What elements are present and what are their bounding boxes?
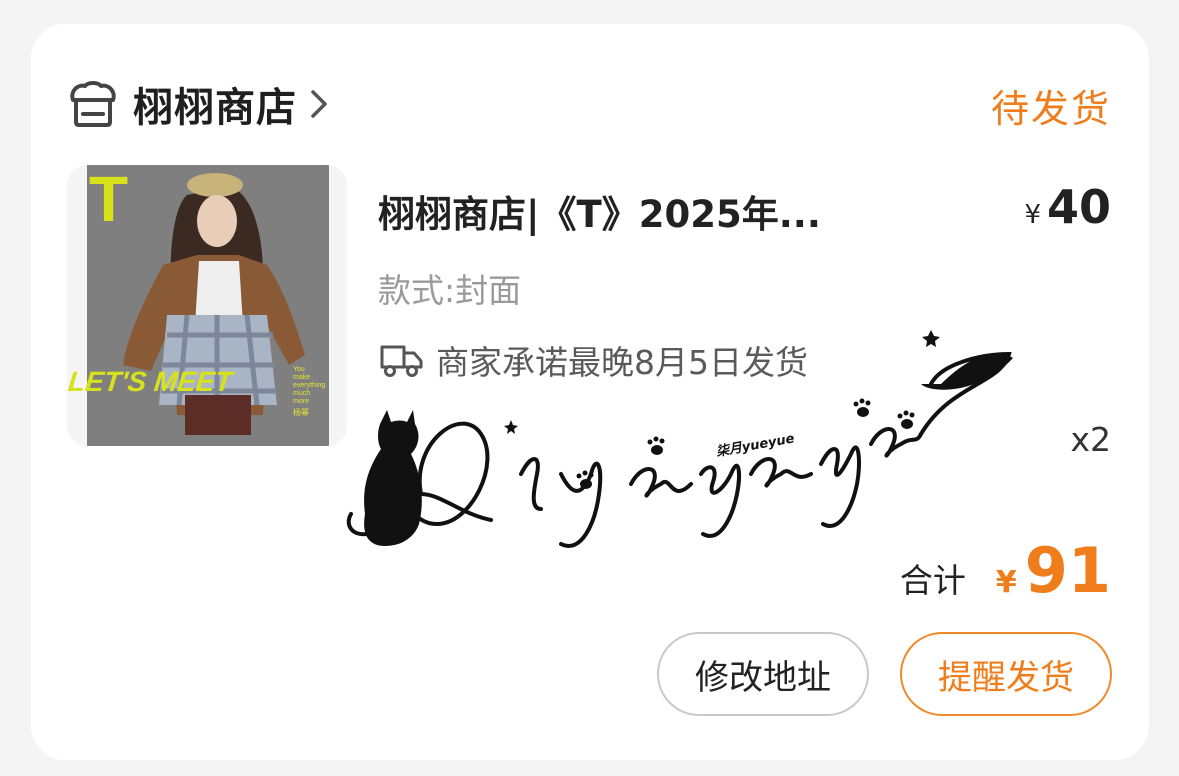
cover-tagline-5: more <box>293 398 309 405</box>
remind-shipping-button[interactable]: 提醒发货 <box>900 632 1112 716</box>
shipping-promise-text: 商家承诺最晚8月5日发货 <box>436 343 808 382</box>
order-card: 栩栩商店 待发货 T LET'S MEET You make everythin… <box>31 24 1149 760</box>
order-status: 待发货 <box>990 87 1111 131</box>
cover-tagline-1: You <box>293 366 305 373</box>
total-label: 合计 <box>899 561 966 600</box>
shop-name: 栩栩商店 <box>133 85 297 131</box>
shop-header[interactable]: 栩栩商店 <box>67 76 329 132</box>
paw-icon <box>576 398 915 489</box>
product-image[interactable]: T LET'S MEET You make everything much mo… <box>67 165 347 446</box>
cover-headline: LET'S MEET <box>67 366 236 397</box>
product-title[interactable]: 栩栩商店|《T》2025年... <box>378 184 898 238</box>
star-icon <box>504 420 518 434</box>
cover-tagline-3: everything <box>293 382 325 389</box>
shipping-promise: 商家承诺最晚8月5日发货 <box>378 336 808 384</box>
watermark-tag: 柒月yueyue <box>715 430 796 460</box>
shop-icon <box>70 81 116 127</box>
cover-person-name: 杨幂 <box>293 407 309 417</box>
price-currency: ¥ <box>1024 200 1041 230</box>
price-amount: 40 <box>1046 180 1111 234</box>
magazine-cover: T LET'S MEET You make everything much mo… <box>67 165 347 446</box>
truck-icon <box>380 345 423 377</box>
quantity: x2 <box>1070 420 1111 459</box>
cover-tagline-2: make <box>293 374 310 381</box>
cover-masthead: T <box>89 165 128 235</box>
cat-silhouette <box>346 410 422 546</box>
cover-tagline-4: much <box>293 390 310 397</box>
unit-price: ¥ 40 <box>1024 180 1111 234</box>
chevron-right-icon <box>311 90 327 118</box>
modify-address-button[interactable]: 修改地址 <box>657 632 869 716</box>
total-amount: 91 <box>1024 534 1111 607</box>
order-total: 合计 ¥ 91 <box>900 534 1111 607</box>
star-icon <box>922 330 940 347</box>
product-variant: 款式:封面 <box>378 271 522 310</box>
total-currency: ¥ <box>995 565 1017 600</box>
